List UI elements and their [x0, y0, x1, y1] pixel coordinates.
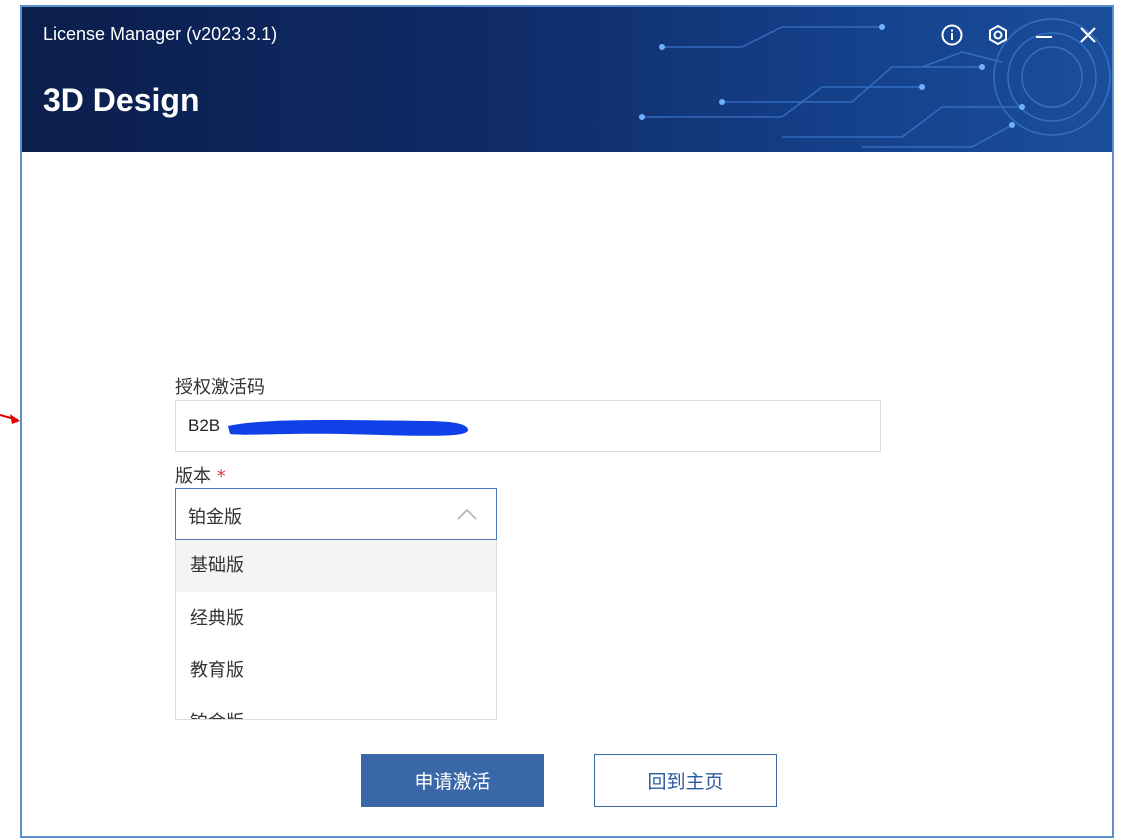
edition-option-platinum[interactable]: 铂金版	[176, 697, 496, 719]
close-button[interactable]	[1074, 21, 1102, 49]
info-icon	[941, 24, 963, 46]
activation-code-label: 授权激活码	[175, 377, 265, 398]
window-header: License Manager (v2023.3.1) 3D Design	[22, 7, 1112, 152]
back-to-home-button[interactable]: 回到主页	[594, 754, 777, 807]
settings-button[interactable]	[984, 21, 1012, 49]
activation-code-input[interactable]: B2B	[175, 400, 881, 452]
edition-label: 版本 *	[175, 462, 226, 488]
edition-dropdown-list: 基础版 经典版 教育版 铂金版	[175, 540, 497, 720]
edition-select[interactable]: 铂金版	[175, 488, 497, 540]
info-button[interactable]	[938, 21, 966, 49]
edition-option-classic[interactable]: 经典版	[176, 593, 496, 645]
license-manager-window: License Manager (v2023.3.1) 3D Design 授权…	[20, 5, 1114, 838]
close-icon	[1080, 27, 1096, 43]
edition-selected-value: 铂金版	[188, 507, 242, 528]
required-mark: *	[216, 466, 226, 487]
apply-activation-button[interactable]: 申请激活	[361, 754, 544, 807]
redaction-mark	[228, 420, 468, 436]
minimize-icon	[1036, 36, 1052, 38]
window-title: License Manager (v2023.3.1)	[43, 24, 278, 44]
annotation-arrow-icon	[0, 414, 20, 424]
edition-option-basic[interactable]: 基础版	[176, 540, 496, 592]
chevron-up-icon	[457, 508, 477, 520]
settings-icon	[989, 24, 1007, 46]
product-title: 3D Design	[43, 82, 200, 118]
edition-option-education[interactable]: 教育版	[176, 645, 496, 697]
minimize-button[interactable]	[1030, 21, 1058, 49]
activation-code-value: B2B	[188, 416, 221, 435]
edition-label-text: 版本	[175, 466, 211, 487]
